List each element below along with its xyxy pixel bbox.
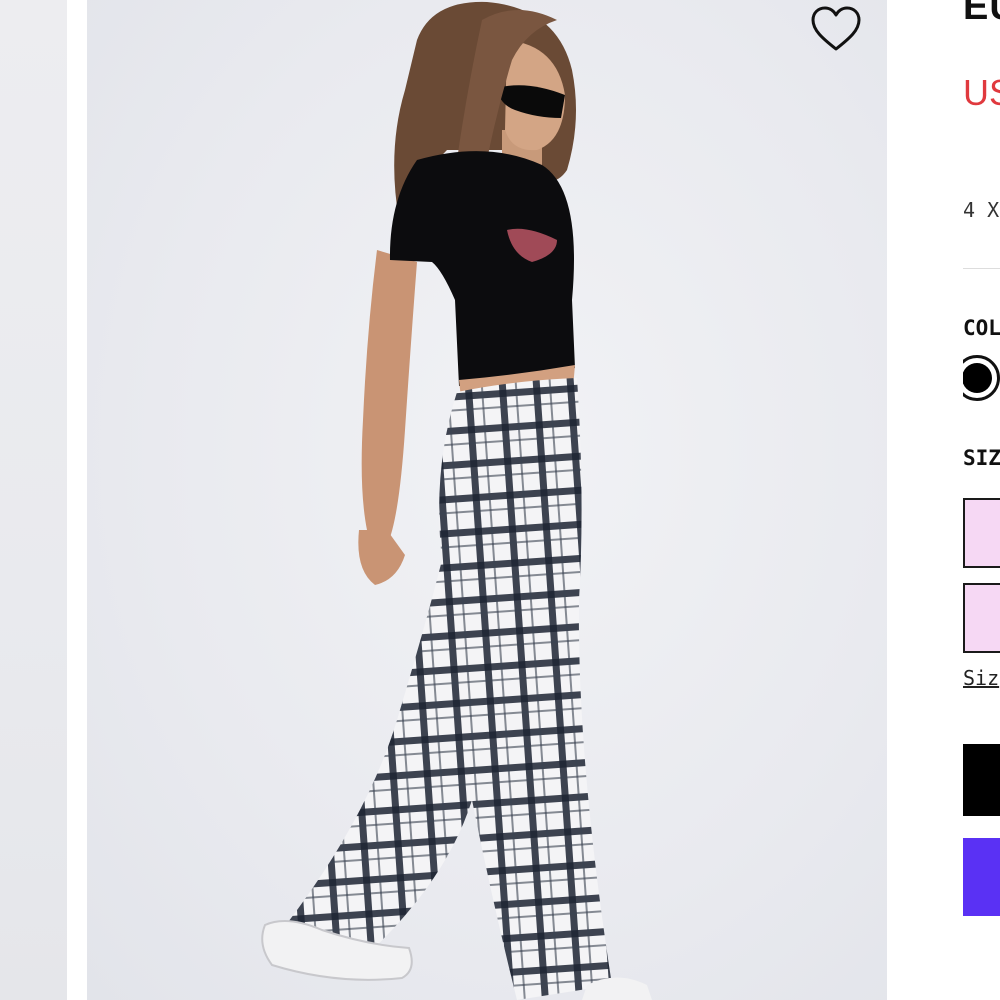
express-pay-button[interactable]	[963, 838, 1000, 916]
product-price: US	[963, 72, 1000, 113]
product-title: EU	[963, 0, 1000, 28]
heart-outline-icon	[811, 6, 861, 51]
size-option-1[interactable]	[963, 498, 1000, 568]
colour-label: COL	[963, 316, 1000, 340]
product-main-image	[87, 0, 887, 1000]
add-to-bag-button[interactable]	[963, 744, 1000, 816]
divider	[963, 268, 1000, 269]
size-label: SIZ	[963, 446, 1000, 470]
installments-info: 4 X	[963, 198, 1000, 222]
colour-swatch-dot	[963, 363, 992, 393]
size-guide-link[interactable]: Siz	[963, 666, 999, 690]
wishlist-button[interactable]	[807, 2, 865, 56]
product-info-panel: EU US 4 X COL SIZ Siz	[963, 0, 1000, 1000]
colour-swatch-black[interactable]	[963, 355, 1000, 401]
size-option-2[interactable]	[963, 583, 1000, 653]
model-illustration	[261, 1, 652, 1000]
gallery-previous-image[interactable]	[0, 0, 67, 1000]
